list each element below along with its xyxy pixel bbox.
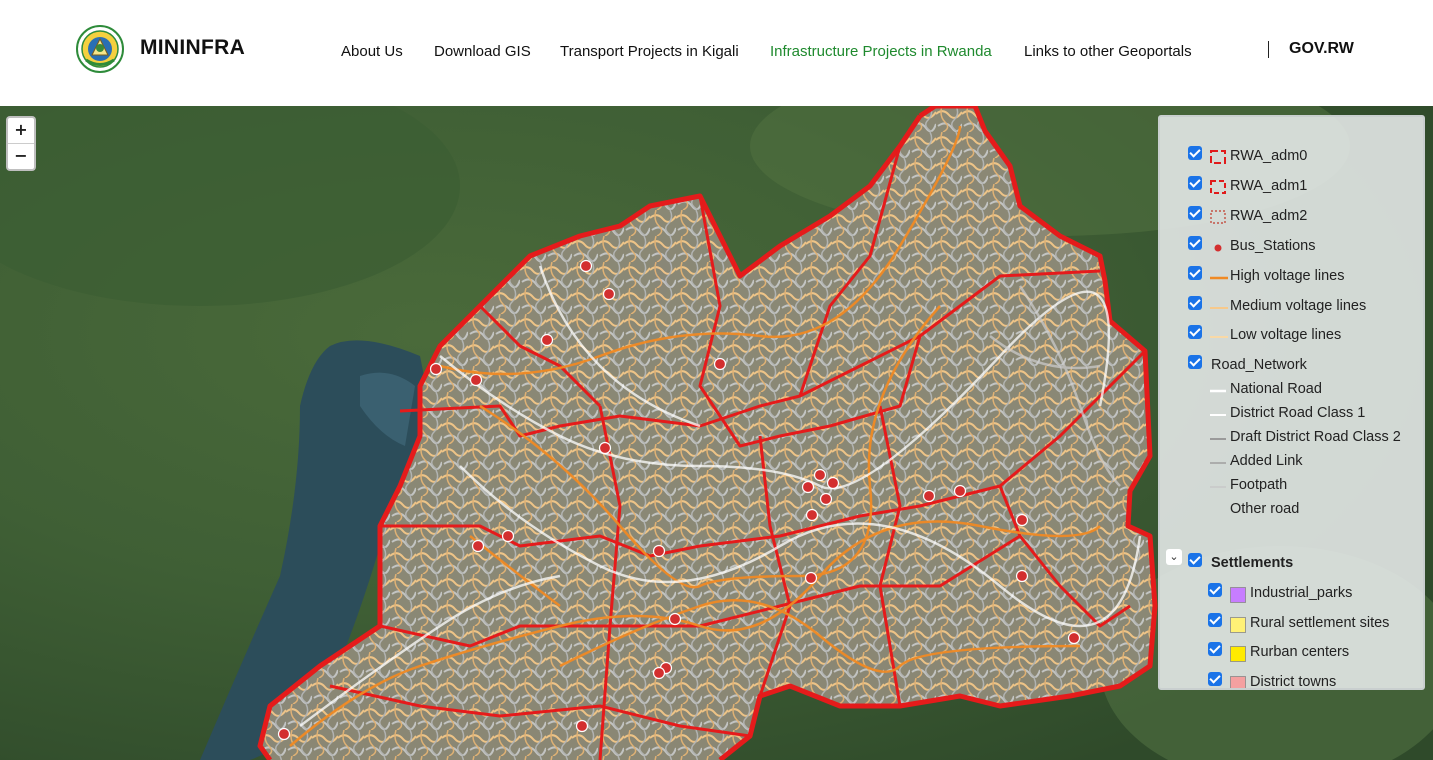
layer-label: RWA_adm2 xyxy=(1230,208,1308,224)
settlement-label: Rurban centers xyxy=(1250,644,1350,660)
layer-legend-panel[interactable]: RWA_adm0 RWA_adm1 RWA_adm2 Bus_Stations … xyxy=(1158,115,1425,690)
road-class-label: District Road Class 1 xyxy=(1230,405,1366,421)
layer-label: Bus_Stations xyxy=(1230,238,1316,254)
medium-voltage-line-icon xyxy=(1210,307,1228,309)
layer-label: RWA_adm0 xyxy=(1230,148,1308,164)
layer-bus-stations-checkbox[interactable] xyxy=(1188,236,1202,250)
road-class-label: Draft District Road Class 2 xyxy=(1230,429,1401,445)
layer-road-network-checkbox[interactable] xyxy=(1188,355,1202,369)
layer-label: High voltage lines xyxy=(1230,268,1345,284)
dotted-boundary-icon xyxy=(1210,210,1226,224)
layer-rwa-adm2-checkbox[interactable] xyxy=(1188,206,1202,220)
layer-medium-voltage-checkbox[interactable] xyxy=(1188,296,1202,310)
zoom-out-button[interactable]: − xyxy=(8,143,34,169)
nav-divider xyxy=(1268,41,1269,58)
gov-rw-link[interactable]: GOV.RW xyxy=(1289,40,1354,58)
layer-label: Low voltage lines xyxy=(1230,327,1342,343)
zoom-control: + − xyxy=(6,116,36,171)
nav-infrastructure-projects-rwanda[interactable]: Infrastructure Projects in Rwanda xyxy=(770,43,992,60)
site-brand[interactable]: MININFRA xyxy=(140,36,245,60)
national-road-line-icon xyxy=(1210,389,1226,393)
settlement-rurban-centers-checkbox[interactable] xyxy=(1208,642,1222,656)
low-voltage-line-icon xyxy=(1210,336,1228,338)
settlement-label: District towns xyxy=(1250,674,1337,690)
settlements-group-checkbox[interactable] xyxy=(1188,553,1202,567)
dashed-boundary-icon xyxy=(1210,150,1226,164)
high-voltage-line-icon xyxy=(1210,276,1228,280)
settlement-label: Rural settlement sites xyxy=(1250,615,1390,631)
road-class-label: Added Link xyxy=(1230,453,1303,469)
layer-low-voltage-checkbox[interactable] xyxy=(1188,325,1202,339)
nav-links-other-geoportals[interactable]: Links to other Geoportals xyxy=(1024,43,1192,60)
settlements-title: Settlements xyxy=(1211,555,1294,571)
industrial-parks-swatch-icon xyxy=(1230,587,1246,603)
road-class-label: Other road xyxy=(1230,501,1300,517)
rwanda-coat-of-arms-logo[interactable] xyxy=(76,25,124,73)
nav-transport-projects-kigali[interactable]: Transport Projects in Kigali xyxy=(560,43,739,60)
site-header: MININFRA About Us Download GIS Transport… xyxy=(0,0,1433,106)
nav-download-gis[interactable]: Download GIS xyxy=(434,43,531,60)
layer-label: Medium voltage lines xyxy=(1230,298,1367,314)
district-towns-swatch-icon xyxy=(1230,676,1246,688)
layer-label: RWA_adm1 xyxy=(1230,178,1308,194)
draft-road-line-icon xyxy=(1210,438,1226,440)
settlement-rural-sites-checkbox[interactable] xyxy=(1208,613,1222,627)
rurban-centers-swatch-icon xyxy=(1230,646,1246,662)
settlement-label: Industrial_parks xyxy=(1250,585,1353,601)
layer-rwa-adm1-checkbox[interactable] xyxy=(1188,176,1202,190)
layer-high-voltage-checkbox[interactable] xyxy=(1188,266,1202,280)
zoom-in-button[interactable]: + xyxy=(8,118,34,143)
dashed-boundary-icon xyxy=(1210,180,1226,194)
added-link-line-icon xyxy=(1210,462,1226,464)
bus-station-dot-icon xyxy=(1214,244,1222,252)
settlement-district-towns-checkbox[interactable] xyxy=(1208,672,1222,686)
settlement-industrial-parks-checkbox[interactable] xyxy=(1208,583,1222,597)
nav-about-us[interactable]: About Us xyxy=(341,43,403,60)
layer-label: Road_Network xyxy=(1211,357,1307,373)
collapse-settlements-chevron-icon[interactable]: ⌄ xyxy=(1166,549,1182,565)
road-class-label: National Road xyxy=(1230,381,1322,397)
footpath-line-icon xyxy=(1210,486,1226,488)
road-class-label: Footpath xyxy=(1230,477,1288,493)
district-road-line-icon xyxy=(1210,414,1226,416)
layer-rwa-adm0-checkbox[interactable] xyxy=(1188,146,1202,160)
rural-settlement-swatch-icon xyxy=(1230,617,1246,633)
